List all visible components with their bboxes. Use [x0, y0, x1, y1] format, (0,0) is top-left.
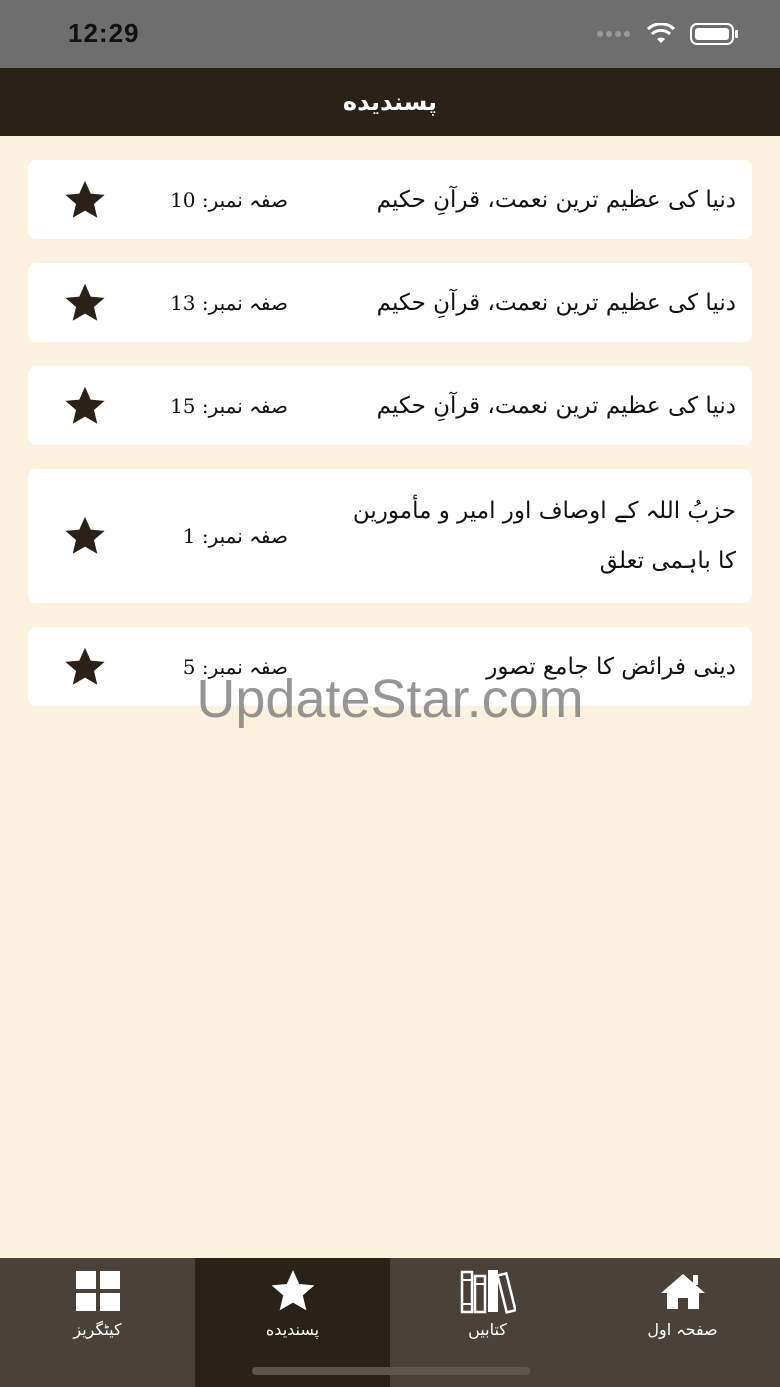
status-icons	[596, 22, 740, 46]
signal-dots-icon	[597, 31, 630, 37]
books-icon	[460, 1270, 516, 1314]
battery-icon	[690, 23, 738, 45]
favorites-list: دنیا کی عظیم ترین نعمت، قرآنِ حکیم صفہ ن…	[28, 160, 752, 730]
favorite-item[interactable]: حزبُ اللہ کے اوصاف اور امیر و مأمورین کا…	[28, 469, 752, 603]
star-icon[interactable]	[62, 384, 108, 428]
favorite-page-number: صفہ نمبر: 1	[182, 524, 288, 548]
favorite-item[interactable]: دنیا کی عظیم ترین نعمت، قرآنِ حکیم صفہ ن…	[28, 366, 752, 445]
star-icon[interactable]	[62, 281, 108, 325]
star-icon[interactable]	[62, 178, 108, 222]
star-icon	[271, 1270, 314, 1311]
favorite-title: دنیا کی عظیم ترین نعمت، قرآنِ حکیم	[376, 289, 736, 316]
favorite-page-number: صفہ نمبر: 13	[170, 290, 288, 315]
tab-categories[interactable]: کیٹگریز	[0, 1258, 195, 1387]
grid-icon	[75, 1271, 120, 1311]
status-time: 12:29	[68, 18, 140, 48]
wifi-icon	[646, 23, 676, 43]
home-icon	[660, 1274, 705, 1309]
favorite-item[interactable]: دینی فرائض کا جامع تصور صفہ نمبر: 5	[28, 627, 752, 706]
tab-label: کیٹگریز	[73, 1320, 122, 1339]
favorite-item[interactable]: دنیا کی عظیم ترین نعمت، قرآنِ حکیم صفہ ن…	[28, 263, 752, 342]
favorite-title: دنیا کی عظیم ترین نعمت، قرآنِ حکیم	[376, 392, 736, 419]
favorite-page-number: صفہ نمبر: 10	[170, 187, 288, 212]
favorite-page-number: صفہ نمبر: 5	[182, 654, 288, 679]
favorite-title: حزبُ اللہ کے اوصاف اور امیر و مأمورین کا…	[352, 498, 736, 574]
favorite-item[interactable]: دنیا کی عظیم ترین نعمت، قرآنِ حکیم صفہ ن…	[28, 160, 752, 239]
favorite-page-number: صفہ نمبر: 15	[170, 393, 288, 418]
nav-bar: پسندیده	[0, 68, 780, 136]
star-icon[interactable]	[62, 645, 108, 689]
tab-label: صفحہ اول	[647, 1320, 718, 1339]
star-icon[interactable]	[62, 514, 108, 558]
favorite-title: دنیا کی عظیم ترین نعمت، قرآنِ حکیم	[376, 186, 736, 213]
page-title: پسندیده	[342, 88, 438, 116]
tab-home[interactable]: صفحہ اول	[585, 1258, 780, 1387]
home-indicator	[252, 1367, 530, 1375]
status-bar: 12:29	[0, 0, 780, 68]
favorite-title: دینی فرائض کا جامع تصور	[486, 653, 736, 680]
tab-label: کتابیں	[468, 1320, 507, 1339]
tab-label: پسندیده	[265, 1320, 320, 1339]
